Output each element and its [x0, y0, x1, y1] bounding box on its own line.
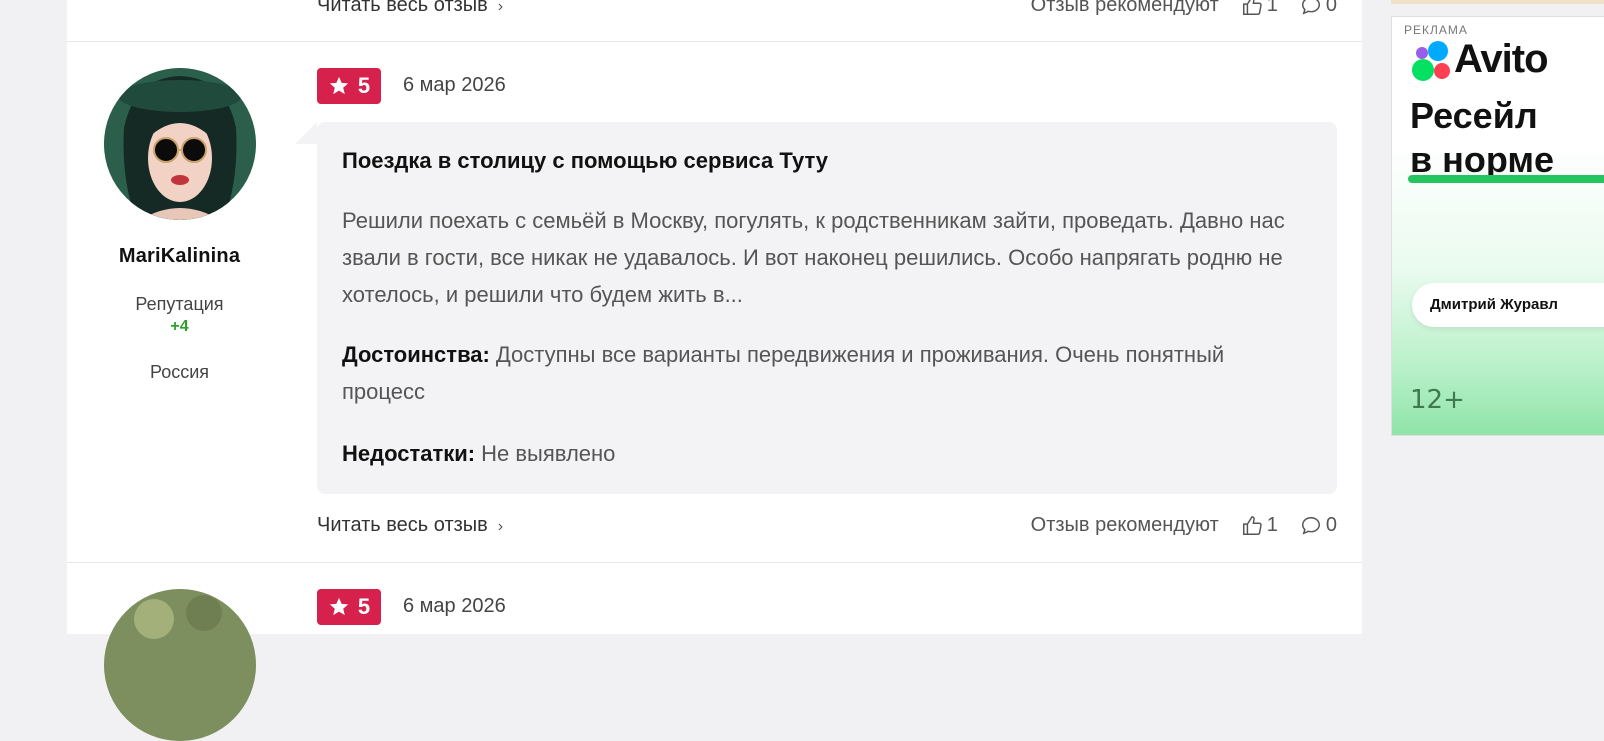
divider: [67, 562, 1362, 563]
rating-value: 5: [357, 73, 371, 98]
ad-headline-line1: Ресейл: [1410, 95, 1538, 136]
comments-button[interactable]: 0: [1300, 514, 1337, 537]
reputation-value: +4: [170, 318, 189, 335]
comments-count: 0: [1325, 514, 1337, 536]
review-footer: Читать весь отзыв › Отзыв рекомендуют 1 0: [317, 514, 1337, 538]
review-stats: Отзыв рекомендуют 1 0: [1031, 0, 1337, 17]
reviews-feed: Читать весь отзыв › Отзыв рекомендуют 1 0: [67, 0, 1362, 741]
avatar[interactable]: [104, 68, 256, 220]
likes-count: 1: [1266, 0, 1278, 16]
comment-icon: [1301, 0, 1320, 15]
read-full-review-link[interactable]: Читать весь отзыв ›: [317, 514, 503, 537]
ad-brand: Avito: [1454, 37, 1549, 81]
thumbs-up-icon: [1242, 0, 1262, 15]
avatar-image: [104, 589, 256, 741]
review-cons: Недостатки: Не выявлено: [342, 435, 1302, 472]
ad-headline-underline: [1408, 175, 1604, 183]
comments-button[interactable]: 0: [1300, 0, 1337, 17]
like-button[interactable]: 1: [1241, 514, 1278, 537]
pros-label: Достоинства:: [342, 342, 490, 367]
cons-text: Не выявлено: [481, 441, 616, 466]
review-card[interactable]: Поездка в столицу с помощью сервиса Туту…: [317, 122, 1337, 494]
review-date: 6 мар 2026: [403, 595, 506, 617]
review-date: 6 мар 2026: [403, 74, 506, 96]
star-icon: [329, 76, 349, 95]
review-pros: Достоинства: Доступны все варианты передв…: [342, 336, 1302, 410]
rating-badge: 5: [317, 68, 381, 104]
read-full-review-label: Читать весь отзыв: [317, 514, 488, 536]
ad-banner[interactable]: РЕКЛАМА Avito Ресейл в норме Дмитрий Жур…: [1391, 16, 1604, 436]
comment-icon: [1301, 516, 1320, 535]
recommend-label: Отзыв рекомендуют: [1030, 0, 1219, 16]
ad-age-rating: 12+: [1410, 385, 1465, 415]
like-button[interactable]: 1: [1241, 0, 1278, 17]
author-name[interactable]: MariKalinina: [67, 245, 292, 268]
likes-count: 1: [1266, 514, 1278, 536]
thumbs-up-icon: [1242, 515, 1262, 535]
chevron-right-icon: ›: [497, 0, 504, 15]
avatar[interactable]: [104, 589, 256, 741]
author-country: Россия: [149, 362, 210, 382]
read-full-review-label: Читать весь отзыв: [317, 0, 488, 16]
rating-badge: 5: [317, 589, 381, 625]
chevron-right-icon: ›: [497, 518, 504, 535]
ad-chip: Дмитрий Журавл: [1412, 283, 1604, 327]
reputation-label: Репутация: [135, 294, 224, 314]
ad-top-strip: [1391, 0, 1604, 4]
prev-review-footer: Читать весь отзыв › Отзыв рекомендуют 1 0: [317, 0, 1337, 18]
ad-label: РЕКЛАМА: [1404, 23, 1468, 37]
review-stats: Отзыв рекомендуют 1 0: [1031, 514, 1337, 537]
read-full-review-link[interactable]: Читать весь отзыв ›: [317, 0, 503, 17]
review-title[interactable]: Поездка в столицу с помощью сервиса Туту: [342, 148, 828, 174]
review-text: Решили поехать с семьёй в Москву, погуля…: [342, 208, 1285, 307]
avatar-image: [104, 68, 256, 220]
avito-logo-icon: [1412, 41, 1450, 81]
divider: [67, 41, 1362, 42]
star-icon: [329, 597, 349, 616]
comments-count: 0: [1325, 0, 1337, 16]
rating-value: 5: [357, 594, 371, 619]
cons-label: Недостатки:: [342, 441, 476, 466]
recommend-label: Отзыв рекомендуют: [1030, 514, 1219, 536]
